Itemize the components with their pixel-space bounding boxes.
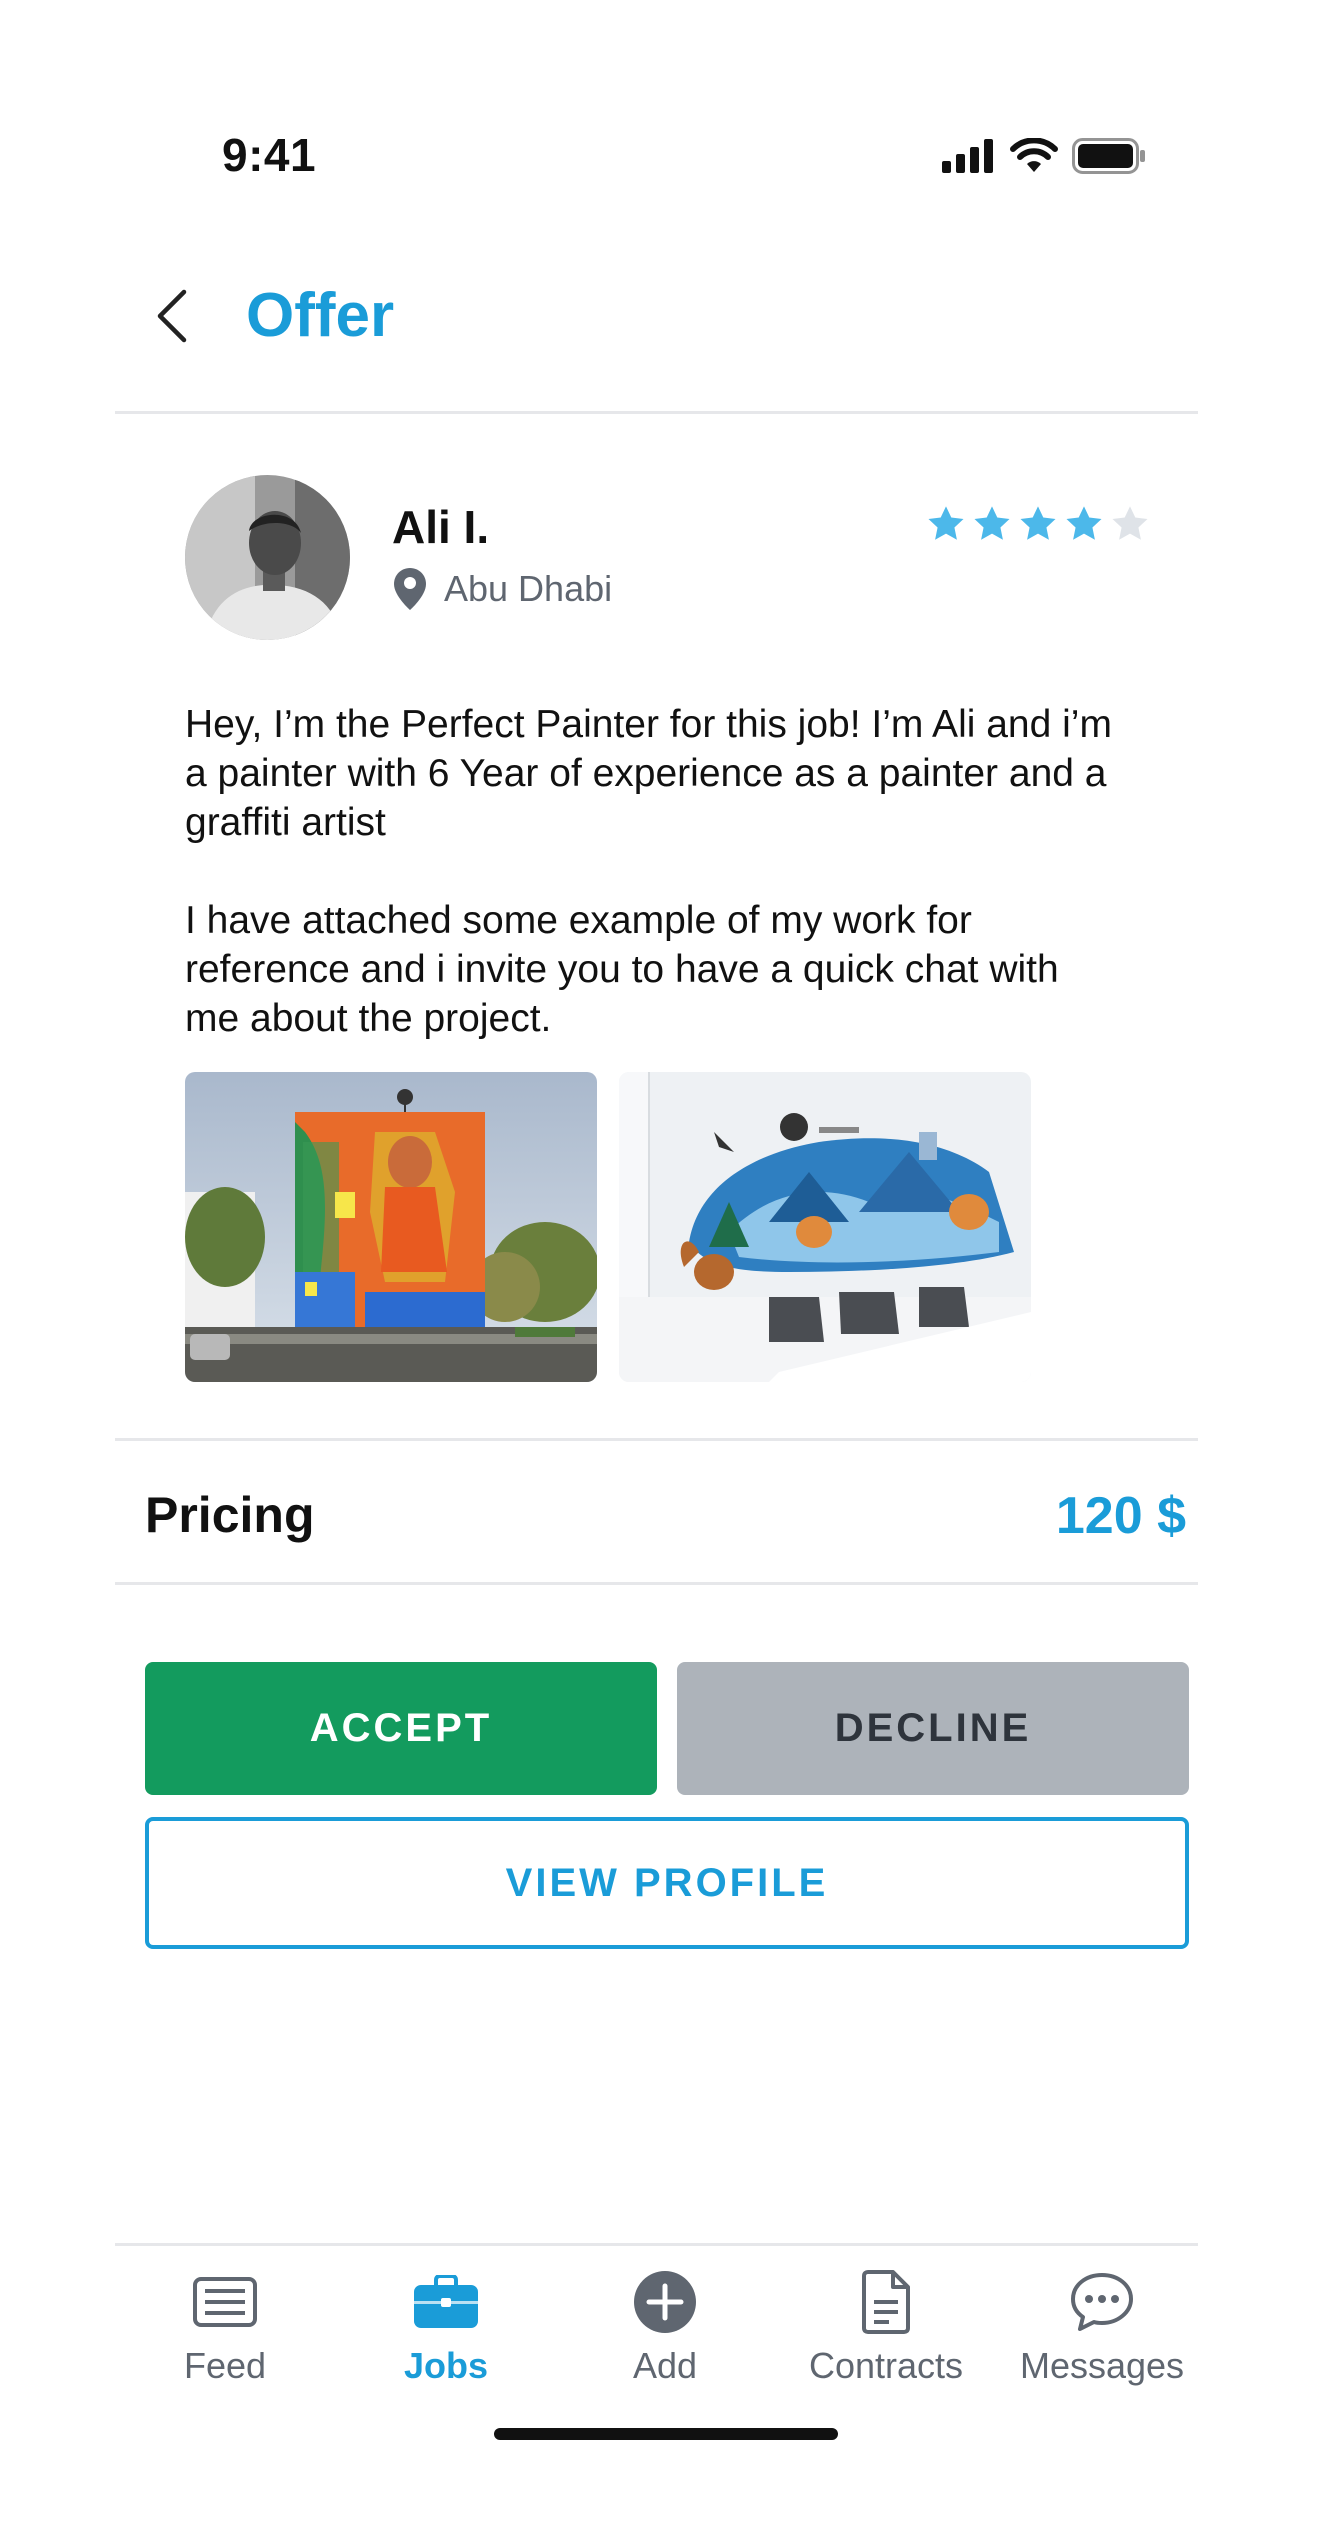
tab-label: Messages xyxy=(1019,2345,1185,2386)
tab-messages[interactable]: Messages xyxy=(997,2267,1207,2387)
header-divider xyxy=(115,411,1198,414)
offer-screen: 9:41 Offer Ali I. Abu Dhabi Hey, I’m the… xyxy=(0,0,1321,2542)
plus-circle-icon xyxy=(634,2271,696,2333)
location: Abu Dhabi xyxy=(394,568,612,610)
status-time: 9:41 xyxy=(222,129,317,181)
tab-jobs[interactable]: Jobs xyxy=(341,2267,551,2387)
tab-feed[interactable]: Feed xyxy=(120,2267,330,2387)
pricing-value: 120 $ xyxy=(1055,1487,1186,1545)
star-rating xyxy=(926,505,1150,543)
briefcase-icon xyxy=(414,2275,478,2328)
work-gallery xyxy=(185,1072,1031,1382)
wifi-icon xyxy=(1010,138,1058,172)
location-pin-icon xyxy=(394,568,426,610)
battery-icon xyxy=(1072,138,1145,174)
chat-bubble-icon xyxy=(1071,2273,1133,2331)
star-empty-icon xyxy=(1112,506,1148,540)
offer-message-paragraph: Hey, I’m the Perfect Painter for this jo… xyxy=(185,703,1112,844)
work-image-mural-building[interactable] xyxy=(185,1072,597,1382)
star-filled-icon xyxy=(928,506,964,540)
tab-label: Contracts xyxy=(808,2345,964,2386)
tab-label: Jobs xyxy=(403,2345,489,2386)
pricing-divider xyxy=(115,1582,1198,1585)
tab-label: Feed xyxy=(183,2345,267,2386)
view-profile-button[interactable]: VIEW PROFILE xyxy=(145,1817,1189,1949)
user-name: Ali I. xyxy=(392,501,490,553)
status-icons xyxy=(942,138,1146,174)
back-chevron-icon[interactable] xyxy=(148,286,198,346)
tab-contracts[interactable]: Contracts xyxy=(781,2267,991,2387)
tab-label: Add xyxy=(632,2345,698,2386)
pricing-label: Pricing xyxy=(145,1487,315,1543)
offer-message-paragraph: I have attached some example of my work … xyxy=(185,899,1059,1040)
accept-button[interactable]: ACCEPT xyxy=(145,1662,657,1795)
document-icon xyxy=(862,2270,910,2334)
work-image-wall-mural[interactable] xyxy=(619,1072,1031,1382)
feed-icon xyxy=(193,2277,257,2327)
tab-add[interactable]: Add xyxy=(560,2267,770,2387)
gallery-divider xyxy=(115,1438,1198,1441)
avatar[interactable] xyxy=(185,475,350,640)
star-filled-icon xyxy=(1020,506,1056,540)
home-indicator xyxy=(494,2428,838,2440)
location-text: Abu Dhabi xyxy=(444,568,613,609)
star-filled-icon xyxy=(974,506,1010,540)
offer-message: Hey, I’m the Perfect Painter for this jo… xyxy=(185,700,1115,1092)
star-filled-icon xyxy=(1066,506,1102,540)
page-title: Offer xyxy=(246,281,395,350)
signal-icon xyxy=(942,139,993,173)
decline-button[interactable]: DECLINE xyxy=(677,1662,1189,1795)
tab-bar: Feed Jobs Add Contracts Messages xyxy=(115,2245,1198,2395)
